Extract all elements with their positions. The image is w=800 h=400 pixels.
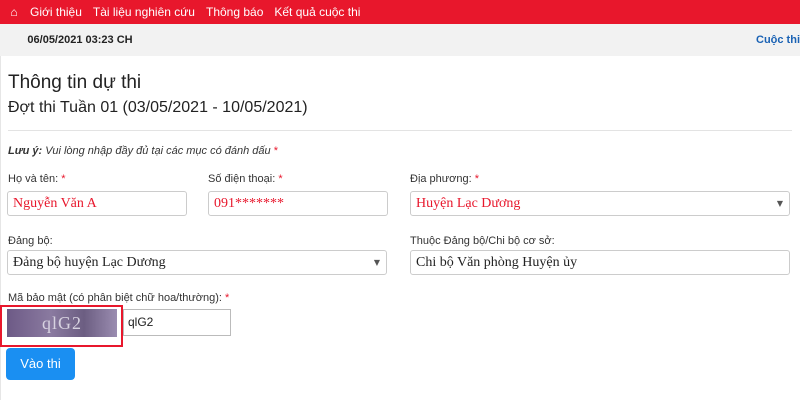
chevron-down-icon: ▼ xyxy=(373,258,380,267)
home-icon[interactable]: ⌂ xyxy=(4,5,24,19)
round-subtitle: Đợt thi Tuần 01 (03/05/2021 - 10/05/2021… xyxy=(8,99,308,116)
phone-field[interactable]: 091******* xyxy=(208,191,388,216)
captcha-input[interactable]: qlG2 xyxy=(123,309,231,336)
nav-link-documents[interactable]: Tài liệu nghiên cứu xyxy=(93,5,195,19)
captcha-highlight xyxy=(0,305,123,347)
current-datetime: 06/05/2021 03:23 CH xyxy=(27,34,133,46)
note-text: Vui lòng nhập đầy đủ tại các mục có đánh… xyxy=(42,145,274,157)
phone-label: Số điện thoại: * xyxy=(208,173,283,185)
nav-link-intro[interactable]: Giới thiệu xyxy=(30,5,82,19)
party-label: Đảng bộ: xyxy=(8,235,53,247)
captcha-label: Mã bảo mật (có phân biệt chữ hoa/thường)… xyxy=(8,292,230,304)
nav-link-announcements[interactable]: Thông báo xyxy=(206,5,263,19)
locality-label: Địa phương: * xyxy=(410,173,480,185)
page-title: Thông tin dự thi xyxy=(8,72,142,93)
note-label: Lưu ý: xyxy=(8,145,43,157)
required-mark: * xyxy=(273,145,278,157)
fullname-field[interactable]: Nguyễn Văn A xyxy=(7,191,187,216)
chevron-down-icon: ▼ xyxy=(776,199,783,208)
time-bar: 06/05/2021 03:23 CH Cuộc thi xyxy=(0,24,800,56)
divider xyxy=(8,130,792,131)
top-nav: ⌂ Giới thiệu Tài liệu nghiên cứu Thông b… xyxy=(0,0,800,24)
fullname-label: Họ và tên: * xyxy=(8,173,66,185)
submit-button[interactable]: Vào thi xyxy=(6,348,75,380)
contests-link[interactable]: Cuộc thi xyxy=(756,24,800,56)
nav-link-results[interactable]: Kết quả cuộc thi xyxy=(274,5,360,19)
branch-field[interactable]: Chi bộ Văn phòng Huyện ủy xyxy=(410,250,790,275)
branch-label: Thuộc Đảng bộ/Chi bộ cơ sở: xyxy=(410,235,555,247)
required-note: Lưu ý: Vui lòng nhập đầy đủ tại các mục … xyxy=(8,145,278,157)
party-select[interactable]: Đảng bộ huyện Lạc Dương ▼ xyxy=(7,250,387,275)
locality-select[interactable]: Huyện Lạc Dương ▼ xyxy=(410,191,790,216)
